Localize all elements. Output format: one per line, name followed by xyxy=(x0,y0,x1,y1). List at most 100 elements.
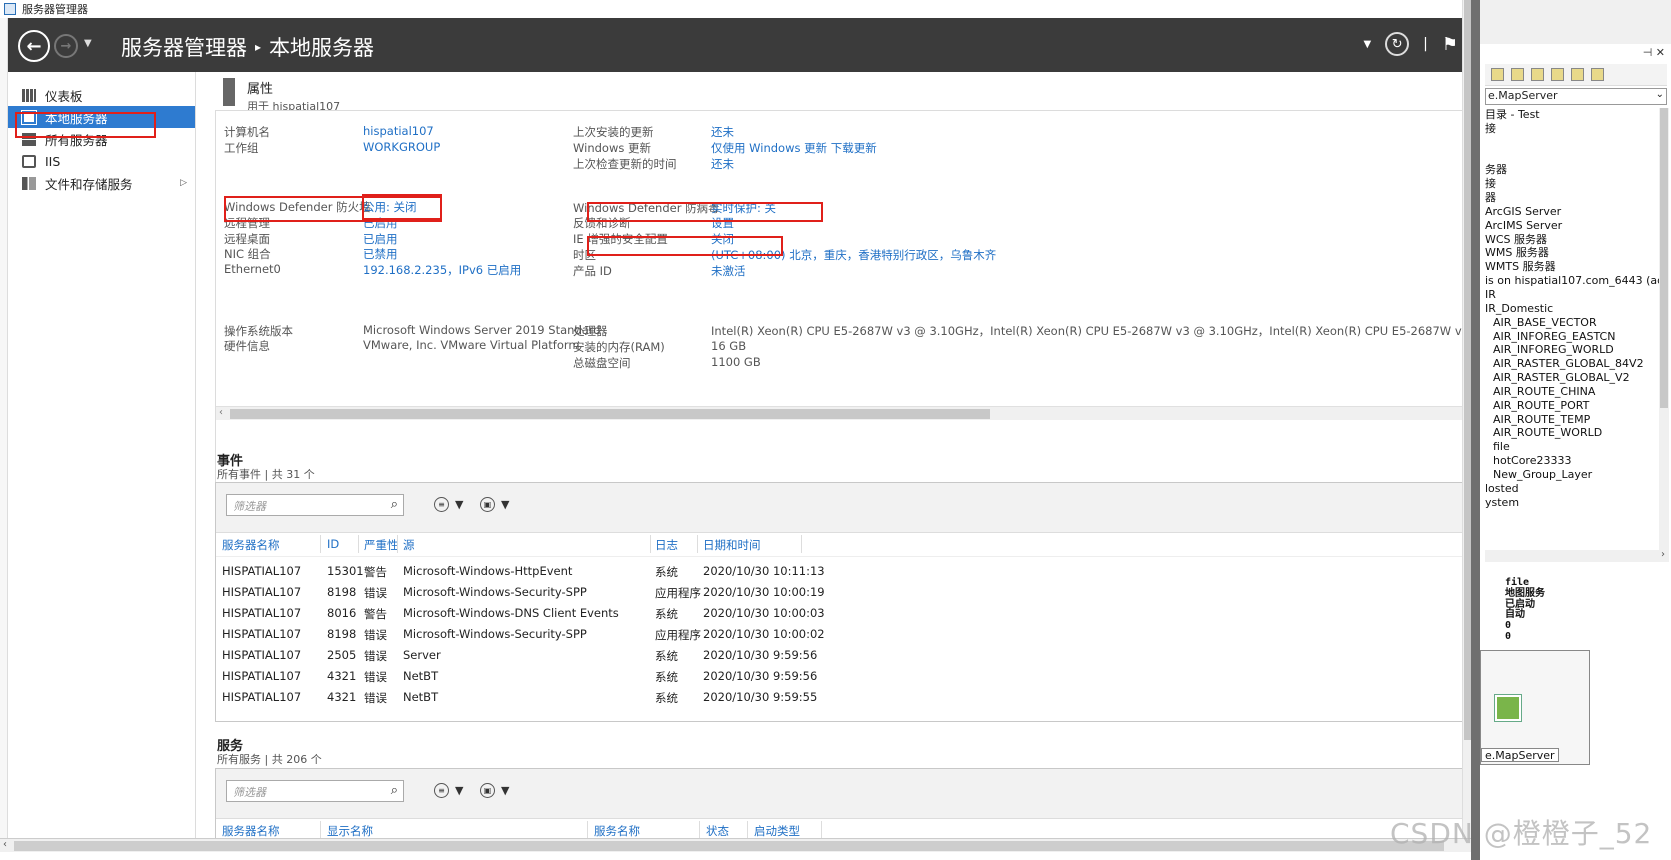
scrollbar-thumb[interactable] xyxy=(230,409,990,419)
events-save-query-button[interactable]: ▣ ▼ xyxy=(480,497,509,512)
tree-item[interactable]: 接 xyxy=(1485,122,1660,136)
scroll-right-arrow-icon[interactable]: › xyxy=(1661,549,1665,560)
tree-item[interactable]: 接 xyxy=(1485,177,1660,191)
options-icon[interactable] xyxy=(1591,68,1604,81)
tree-item[interactable]: New_Group_Layer xyxy=(1485,468,1660,482)
location-combo[interactable]: e.MapServer ⌄ xyxy=(1485,88,1667,105)
column-divider[interactable] xyxy=(697,535,698,553)
tree-item[interactable]: hotCore23333 xyxy=(1485,454,1660,468)
column-header-severity[interactable]: 严重性 xyxy=(364,537,399,553)
services-save-query-button[interactable]: ▣ ▼ xyxy=(480,783,509,798)
tree-item[interactable]: AIR_RASTER_GLOBAL_84V2 xyxy=(1485,357,1660,371)
tree-item[interactable]: ystem xyxy=(1485,496,1660,510)
breadcrumb-root[interactable]: 服务器管理器 xyxy=(121,32,247,62)
column-divider[interactable] xyxy=(821,821,822,838)
column-header-display-name[interactable]: 显示名称 xyxy=(327,823,373,838)
tree-item[interactable]: WMS 服务器 xyxy=(1485,246,1660,260)
properties-horizontal-scrollbar[interactable]: ‹ xyxy=(216,406,1469,420)
services-filter-input[interactable]: 筛选器 ⌕ xyxy=(226,780,404,802)
table-row[interactable]: HISPATIAL107 8016 警告 Microsoft-Windows-DNS … xyxy=(216,603,1469,624)
column-header-datetime[interactable]: 日期和时间 xyxy=(703,537,761,553)
tree-item[interactable]: AIR_ROUTE_CHINA xyxy=(1485,385,1660,399)
tree-item[interactable]: AIR_BASE_VECTOR xyxy=(1485,316,1660,330)
prop-value-link[interactable]: 设置 xyxy=(711,215,734,231)
view-icon[interactable] xyxy=(1531,68,1544,81)
table-row[interactable]: HISPATIAL107 8198 错误 Microsoft-Windows-Secu… xyxy=(216,582,1469,603)
tree-item[interactable]: AIR_INFOREG_EASTCN xyxy=(1485,330,1660,344)
tree-item[interactable]: ArcIMS Server xyxy=(1485,219,1660,233)
main-horizontal-scrollbar[interactable]: ‹ xyxy=(0,838,1471,852)
main-vertical-scrollbar[interactable] xyxy=(1462,0,1471,838)
prop-value-link[interactable]: 仅使用 Windows 更新 下载更新 xyxy=(711,140,877,156)
tree-item[interactable]: AIR_ROUTE_PORT xyxy=(1485,399,1660,413)
sidebar-item-file-storage[interactable]: 文件和存储服务 ▷ xyxy=(8,172,195,194)
search-icon[interactable]: ⌕ xyxy=(391,783,398,798)
column-header-server-name[interactable]: 服务器名称 xyxy=(222,823,280,838)
service-label[interactable]: e.MapServer xyxy=(1481,748,1559,762)
column-header-log[interactable]: 日志 xyxy=(655,537,678,553)
column-header-service-name[interactable]: 服务名称 xyxy=(594,823,640,838)
prop-value-link[interactable]: 192.168.2.235，IPv6 已启用 xyxy=(363,262,521,278)
prop-value-link[interactable]: 已启用 xyxy=(363,231,398,247)
tree-item[interactable]: is on hispatial107.com_6443 (adm xyxy=(1485,274,1660,288)
refresh-icon[interactable] xyxy=(1511,68,1524,81)
column-divider[interactable] xyxy=(587,821,588,838)
history-dropdown-icon[interactable]: ▼ xyxy=(84,38,92,49)
table-row[interactable]: HISPATIAL107 15301 警告 Microsoft-Windows-Htt… xyxy=(216,561,1469,582)
prop-value-link[interactable]: hispatial107 xyxy=(363,124,434,138)
tree-item[interactable]: losted xyxy=(1485,482,1660,496)
table-row[interactable]: HISPATIAL107 8198 错误 Microsoft-Windows-Secu… xyxy=(216,624,1469,645)
tree-item[interactable]: AIR_ROUTE_TEMP xyxy=(1485,413,1660,427)
notifications-flag-icon[interactable]: ⚑ xyxy=(1442,34,1458,55)
prop-value-link[interactable]: 还未 xyxy=(711,124,734,140)
tree-item[interactable]: 务器 xyxy=(1485,163,1660,177)
column-divider[interactable] xyxy=(801,535,802,553)
column-divider[interactable] xyxy=(397,535,398,553)
prop-value-link[interactable]: 未激活 xyxy=(711,263,746,279)
services-list-options-button[interactable]: ≡ ▼ xyxy=(434,783,463,798)
tree-item[interactable]: file xyxy=(1485,440,1660,454)
table-row[interactable]: HISPATIAL107 4321 错误 NetBT 系统 2020/10/30 9:59… xyxy=(216,687,1469,708)
prop-value-link[interactable]: 关闭 xyxy=(711,231,734,247)
scroll-left-arrow-icon[interactable]: ‹ xyxy=(219,407,223,418)
expand-arrow-icon[interactable]: ▷ xyxy=(180,178,187,188)
column-divider[interactable] xyxy=(650,535,651,553)
tree-item[interactable] xyxy=(1485,150,1660,164)
scrollbar-thumb[interactable] xyxy=(14,841,1444,851)
column-divider[interactable] xyxy=(320,821,321,838)
tree-icon[interactable] xyxy=(1571,68,1584,81)
back-arrow-icon[interactable]: ← xyxy=(18,30,50,62)
sidebar-item-dashboard[interactable]: 仪表板 xyxy=(8,84,195,106)
tree-item[interactable]: AIR_ROUTE_WORLD xyxy=(1485,426,1660,440)
tree-item[interactable]: AIR_INFOREG_WORLD xyxy=(1485,343,1660,357)
scrollbar-thumb[interactable] xyxy=(1464,0,1471,740)
tree-item[interactable] xyxy=(1485,136,1660,150)
prop-value-link[interactable]: WORKGROUP xyxy=(363,140,440,154)
search-icon[interactable]: ⌕ xyxy=(391,497,398,512)
column-header-id[interactable]: ID xyxy=(327,537,339,551)
events-list-options-button[interactable]: ≡ ▼ xyxy=(434,497,463,512)
folder-icon[interactable] xyxy=(1551,68,1564,81)
column-header-source[interactable]: 源 xyxy=(403,537,415,553)
prop-value-link[interactable]: 还未 xyxy=(711,156,734,172)
tree-vertical-scrollbar[interactable] xyxy=(1659,108,1669,550)
sidebar-item-all-servers[interactable]: 所有服务器 xyxy=(8,128,195,150)
table-row[interactable]: HISPATIAL107 4321 错误 NetBT 系统 2020/10/30 9:59… xyxy=(216,666,1469,687)
tree-item[interactable]: WMTS 服务器 xyxy=(1485,260,1660,274)
tree-item[interactable]: 器 xyxy=(1485,191,1660,205)
tree-item[interactable]: IR_Domestic xyxy=(1485,302,1660,316)
prop-value-link[interactable]: 实时保护: 关 xyxy=(711,200,776,216)
header-dropdown-icon[interactable]: ▼ xyxy=(1363,39,1371,50)
prop-value-link[interactable]: (UTC+08:00) 北京，重庆，香港特别行政区，乌鲁木齐 xyxy=(711,247,996,263)
refresh-icon[interactable]: ↻ xyxy=(1385,32,1410,56)
map-service-icon[interactable] xyxy=(1494,694,1522,722)
tree-item[interactable]: WCS 服务器 xyxy=(1485,233,1660,247)
tree-item[interactable]: IR xyxy=(1485,288,1660,302)
column-header-server-name[interactable]: 服务器名称 xyxy=(222,537,280,553)
pin-close-icon[interactable]: ⊣ ✕ xyxy=(1643,46,1665,59)
prop-value-link[interactable]: 公用: 关闭 xyxy=(363,199,417,215)
chevron-down-icon[interactable]: ⌄ xyxy=(1656,89,1664,100)
table-row[interactable]: HISPATIAL107 2505 错误 Server 系统 2020/10/30 9:5… xyxy=(216,645,1469,666)
tree-horizontal-scrollbar[interactable]: › xyxy=(1485,549,1669,562)
column-divider[interactable] xyxy=(747,821,748,838)
